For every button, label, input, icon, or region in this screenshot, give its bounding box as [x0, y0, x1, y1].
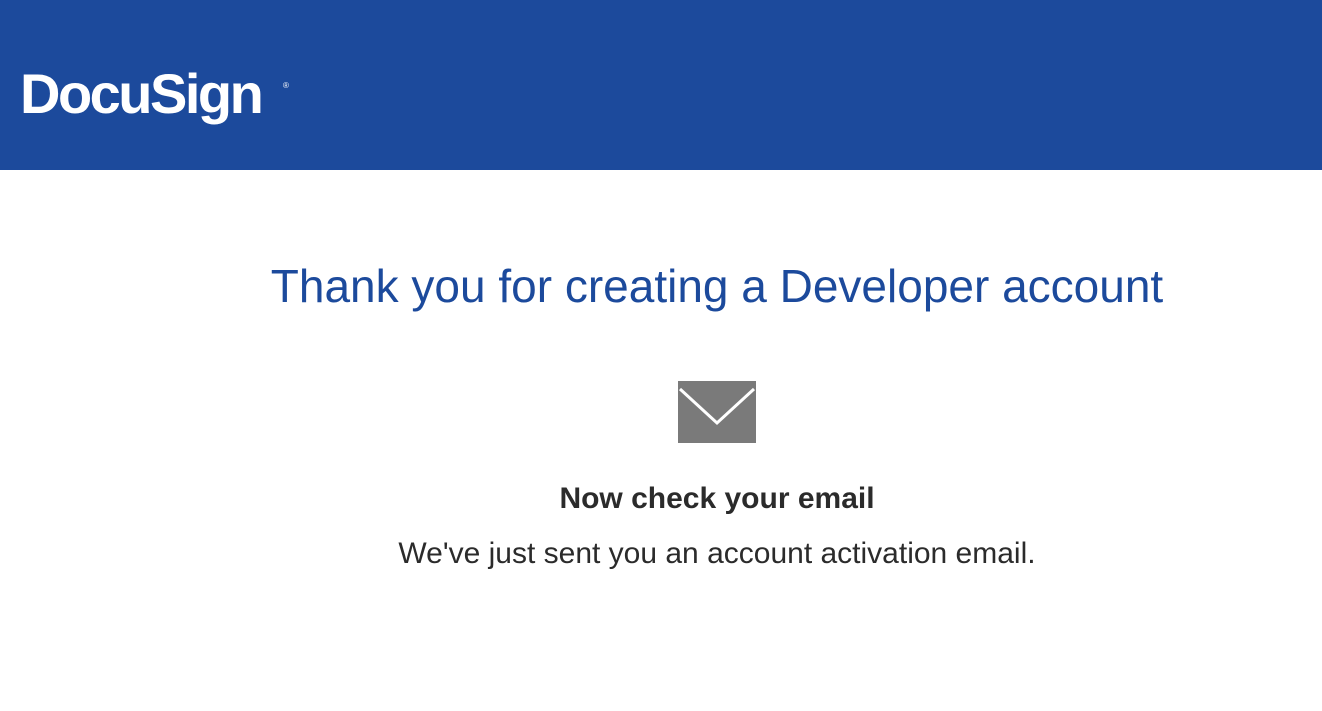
docusign-logo: DocuSign	[20, 62, 264, 125]
check-email-heading: Now check your email	[559, 482, 875, 515]
registered-mark: ®	[283, 81, 289, 90]
envelope-icon	[678, 381, 756, 443]
header-bar: DocuSign ®	[0, 0, 1322, 170]
activation-message: We've just sent you an account activatio…	[398, 537, 1036, 570]
page-title: Thank you for creating a Developer accou…	[270, 260, 1164, 312]
